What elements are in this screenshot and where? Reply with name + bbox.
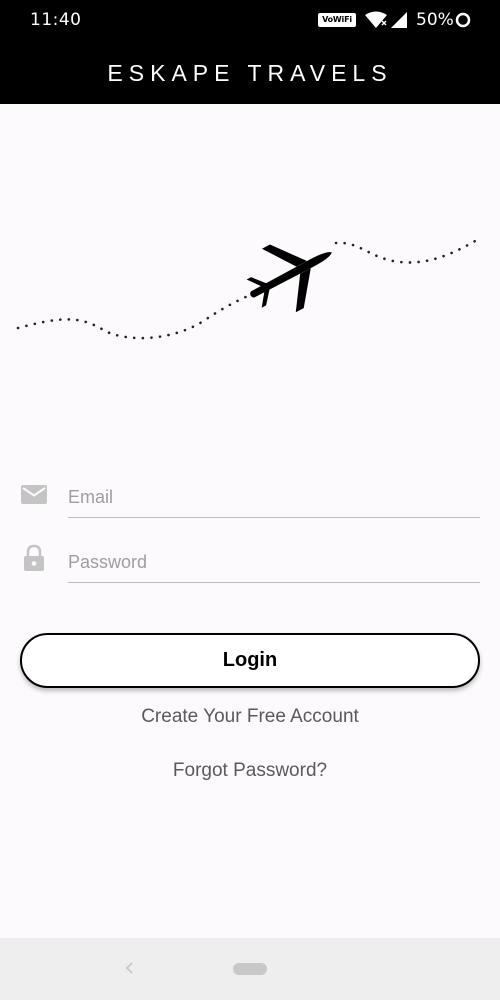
battery-icon — [455, 12, 471, 28]
password-field[interactable] — [68, 542, 480, 583]
app-title: ESKAPE TRAVELS — [107, 60, 393, 86]
login-screen: 11:40 VoWiFi 50% ESKAPE TRAVELS Email Lo… — [0, 0, 500, 1000]
wifi-icon — [365, 11, 387, 28]
battery-percent: 50% — [416, 10, 454, 30]
app-bar: ESKAPE TRAVELS — [0, 40, 500, 104]
status-bar: 11:40 VoWiFi 50% — [0, 0, 500, 40]
email-field[interactable] — [68, 477, 480, 518]
system-nav-bar — [0, 938, 500, 1000]
flight-path-right — [334, 235, 484, 264]
home-pill[interactable] — [233, 963, 267, 975]
back-icon[interactable] — [122, 960, 138, 976]
login-button[interactable]: Login — [20, 633, 480, 688]
mail-icon — [21, 485, 47, 504]
flight-path-left — [16, 285, 270, 340]
signal-icon — [391, 12, 407, 28]
create-account-link[interactable]: Create Your Free Account — [0, 706, 500, 728]
status-time: 11:40 — [30, 10, 82, 30]
airplane-icon — [246, 244, 332, 313]
hero-illustration — [16, 235, 484, 340]
email-row — [0, 470, 500, 520]
password-row — [0, 535, 500, 585]
forgot-password-link[interactable]: Forgot Password? — [0, 760, 500, 782]
lock-icon — [24, 544, 44, 571]
vowifi-badge: VoWiFi — [318, 13, 356, 27]
